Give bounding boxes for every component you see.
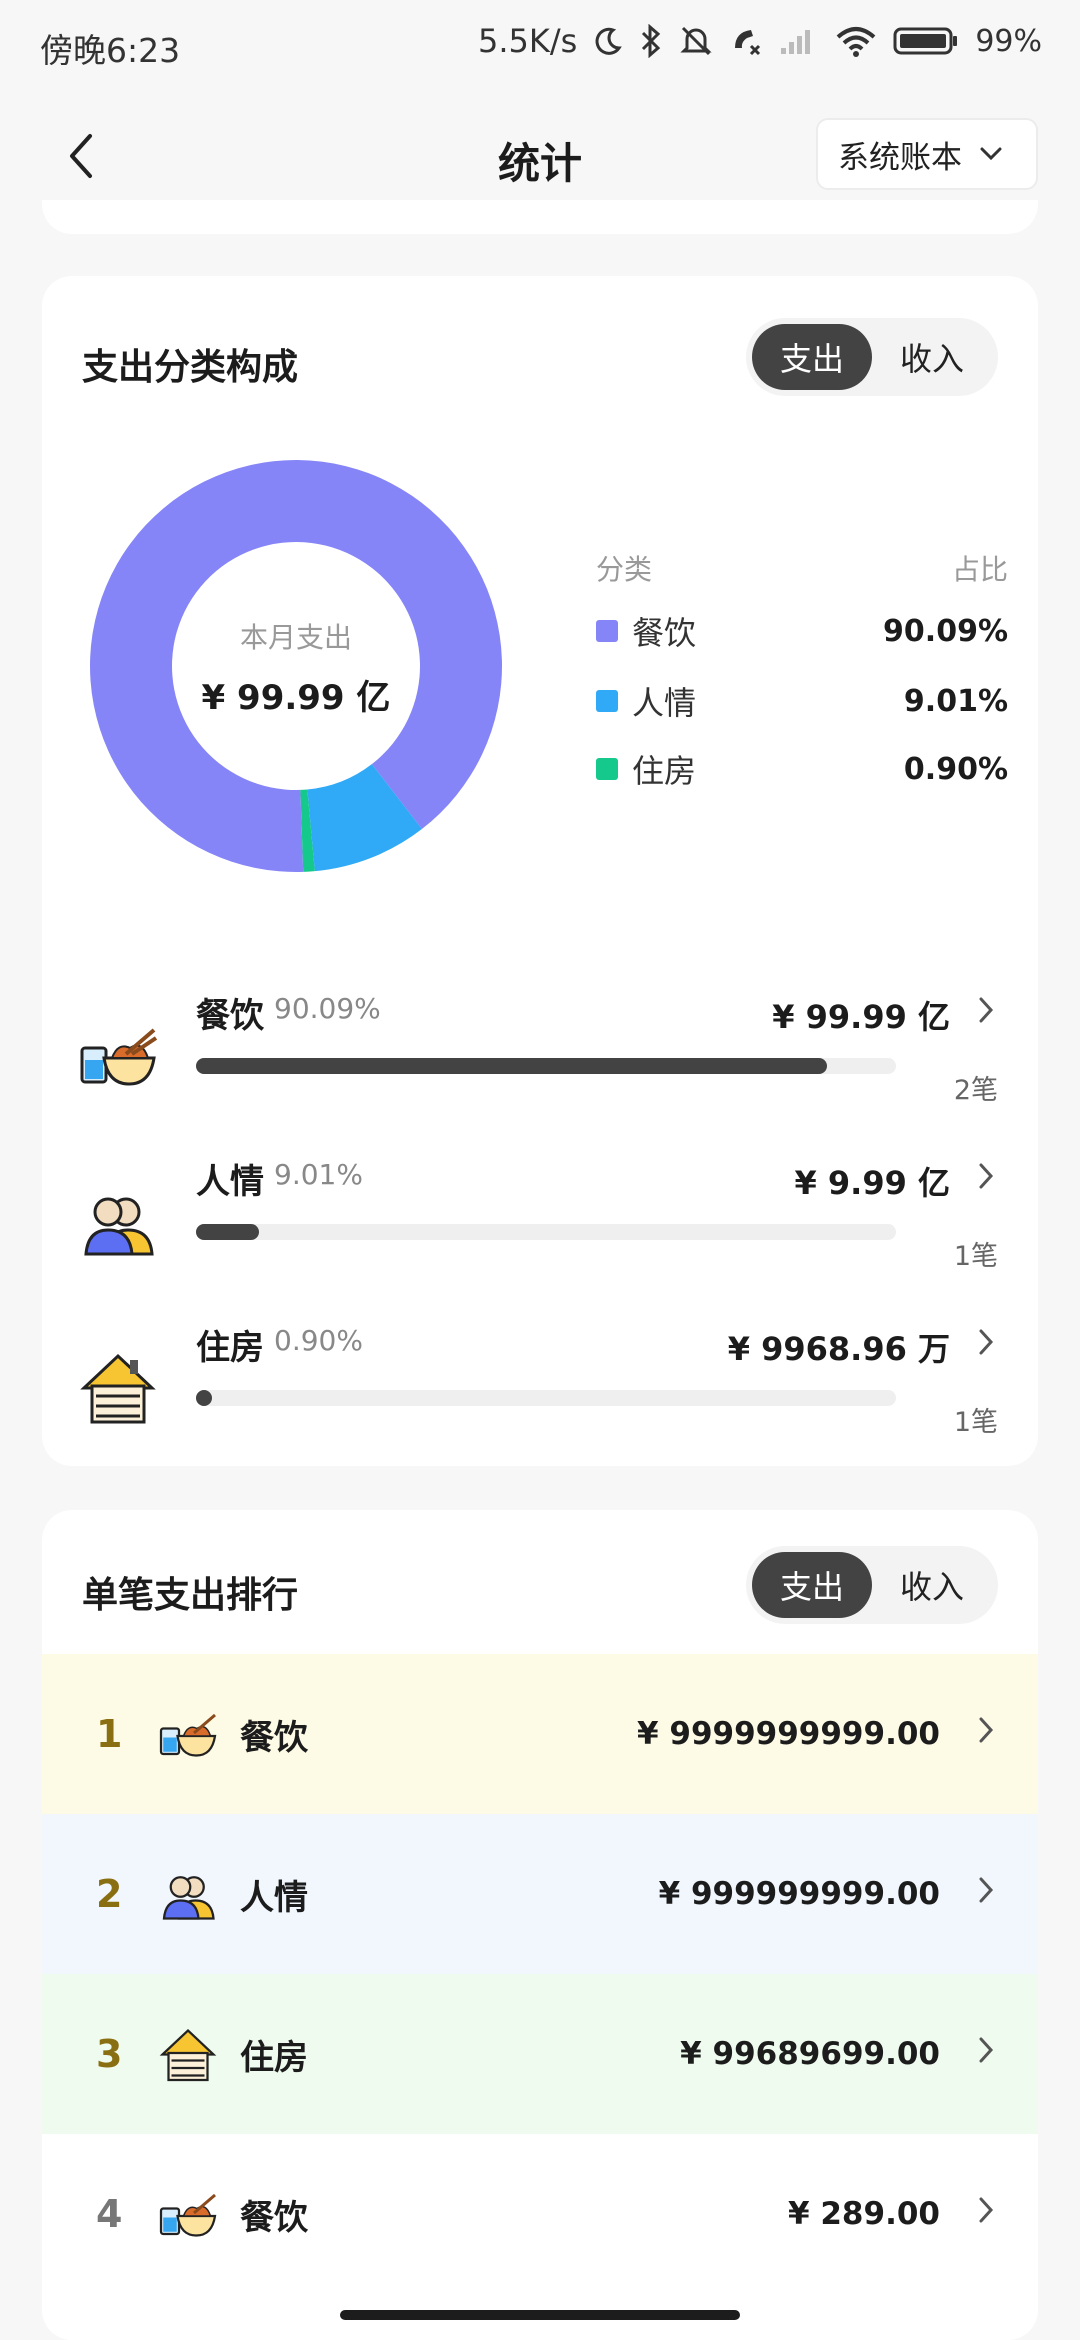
rank-category: 人情 — [240, 1877, 308, 1918]
moon-icon — [595, 27, 623, 55]
toggle-income[interactable]: 收入 — [872, 1552, 992, 1618]
legend-label: 餐饮 — [632, 614, 697, 652]
category-name: 住房 — [196, 1328, 264, 1368]
rank-number: 3 — [96, 2032, 123, 2076]
progress-fill — [196, 1390, 212, 1406]
legend-label: 住房 — [632, 752, 697, 790]
ranking-row[interactable]: 1 餐饮 ¥ 9999999999.00 — [42, 1654, 1038, 1814]
category-row-social[interactable]: 人情 9.01% ¥ 9.99 亿 1笔 — [42, 1154, 1038, 1314]
legend-value: 90.09% — [883, 613, 1008, 649]
category-percent: 0.90% — [274, 1324, 363, 1357]
rank-category: 餐饮 — [240, 1717, 308, 1758]
legend-value: 0.90% — [903, 751, 1008, 787]
chevron-right-icon — [979, 1717, 994, 1743]
rank-amount: ¥ 999999999.00 — [658, 1876, 940, 1912]
legend-swatch — [596, 690, 618, 712]
rank-category: 住房 — [240, 2037, 308, 2078]
transaction-count: 1笔 — [953, 1241, 998, 1272]
chevron-right-icon — [979, 2037, 994, 2063]
expense-income-toggle: 支出 收入 — [746, 1546, 998, 1624]
category-name: 人情 — [196, 1162, 264, 1202]
previous-card-edge — [42, 200, 1038, 234]
bell-muted-icon — [680, 26, 712, 56]
account-book-label: 系统账本 — [838, 139, 962, 176]
people-icon — [162, 1876, 215, 1920]
toggle-income[interactable]: 收入 — [872, 324, 992, 390]
status-bar: 傍晚6:23 5.5K/s 99% — [0, 0, 1080, 92]
legend-item: 餐饮 90.09% — [596, 606, 1008, 656]
ranking-row[interactable]: 4 餐饮 ¥ 289.00 — [42, 2134, 1038, 2294]
toggle-expense[interactable]: 支出 — [752, 1552, 872, 1618]
rank-number: 1 — [96, 1712, 123, 1756]
category-progress-bar — [196, 1224, 896, 1240]
status-time: 傍晚6:23 — [40, 31, 181, 70]
account-book-select[interactable]: 系统账本 — [816, 118, 1038, 190]
ranking-row[interactable]: 3 住房 ¥ 99689699.00 — [42, 1974, 1038, 2134]
expense-ranking-card: 单笔支出排行 支出 收入 1 餐饮 ¥ 9999999999.00 2 人情 ¥… — [42, 1510, 1038, 2340]
chevron-right-icon — [979, 2197, 994, 2223]
rank-number: 2 — [96, 1872, 123, 1916]
transaction-count: 1笔 — [953, 1407, 998, 1438]
rank-category: 餐饮 — [240, 2197, 308, 2238]
home-indicator[interactable] — [340, 2310, 740, 2320]
rank-amount: ¥ 99689699.00 — [680, 2036, 940, 2072]
legend-item: 人情 9.01% — [596, 676, 1008, 726]
ranking-row[interactable]: 2 人情 ¥ 999999999.00 — [42, 1814, 1038, 1974]
transaction-count: 2笔 — [953, 1075, 998, 1106]
battery-level: 99% — [975, 23, 1042, 59]
house-icon — [80, 1353, 156, 1424]
chevron-down-icon — [980, 147, 1002, 161]
legend-value: 9.01% — [903, 683, 1008, 719]
call-icon — [735, 30, 761, 56]
category-progress-bar — [196, 1390, 896, 1406]
card-title: 单笔支出排行 — [82, 1575, 299, 1616]
battery-icon — [893, 27, 958, 55]
category-amount: ¥ 99.99 亿 — [772, 998, 950, 1036]
rank-amount: ¥ 289.00 — [788, 2196, 940, 2232]
people-icon — [84, 1197, 154, 1256]
category-percent: 9.01% — [274, 1158, 363, 1191]
expense-income-toggle: 支出 收入 — [746, 318, 998, 396]
rank-number: 4 — [96, 2192, 123, 2236]
chevron-right-icon — [979, 1163, 994, 1189]
signal-icon — [781, 30, 811, 54]
legend-swatch — [596, 758, 618, 780]
category-progress-bar — [196, 1058, 896, 1074]
progress-fill — [196, 1224, 260, 1240]
category-amount: ¥ 9.99 亿 — [794, 1164, 950, 1202]
legend-header-category: 分类 — [596, 553, 653, 586]
legend-swatch — [596, 620, 618, 642]
donut-chart — [90, 460, 503, 872]
food-icon — [159, 2193, 217, 2237]
chevron-right-icon — [979, 1877, 994, 1903]
food-icon — [159, 1713, 217, 1757]
chevron-right-icon — [979, 1329, 994, 1355]
progress-fill — [196, 1058, 827, 1074]
donut-center-value: ¥ 99.99 亿 — [201, 678, 391, 718]
bluetooth-icon — [642, 24, 661, 58]
donut-center-label: 本月支出 — [239, 621, 352, 654]
category-percent: 90.09% — [274, 992, 381, 1025]
category-row-food[interactable]: 餐饮 90.09% ¥ 99.99 亿 2笔 — [42, 988, 1038, 1148]
status-icons: 5.5K/s 99% — [478, 22, 1042, 60]
food-icon — [80, 1028, 158, 1086]
donut-slice-餐饮 — [90, 460, 503, 872]
category-composition-card: 支出分类构成 支出 收入 本月支出 ¥ 99.99 亿 分类 占比 餐饮 90.… — [42, 276, 1038, 1466]
wifi-icon — [836, 27, 876, 57]
house-icon — [159, 2028, 217, 2082]
category-row-housing[interactable]: 住房 0.90% ¥ 9968.96 万 1笔 — [42, 1320, 1038, 1480]
chevron-right-icon — [979, 997, 994, 1023]
legend-header-ratio: 占比 — [951, 553, 1008, 586]
legend-item: 住房 0.90% — [596, 744, 1008, 794]
category-name: 餐饮 — [196, 996, 264, 1036]
category-amount: ¥ 9968.96 万 — [727, 1330, 950, 1368]
toggle-expense[interactable]: 支出 — [752, 324, 872, 390]
legend-label: 人情 — [632, 684, 697, 722]
network-speed: 5.5K/s — [477, 22, 578, 60]
rank-amount: ¥ 9999999999.00 — [637, 1716, 940, 1752]
card-title: 支出分类构成 — [82, 347, 299, 388]
